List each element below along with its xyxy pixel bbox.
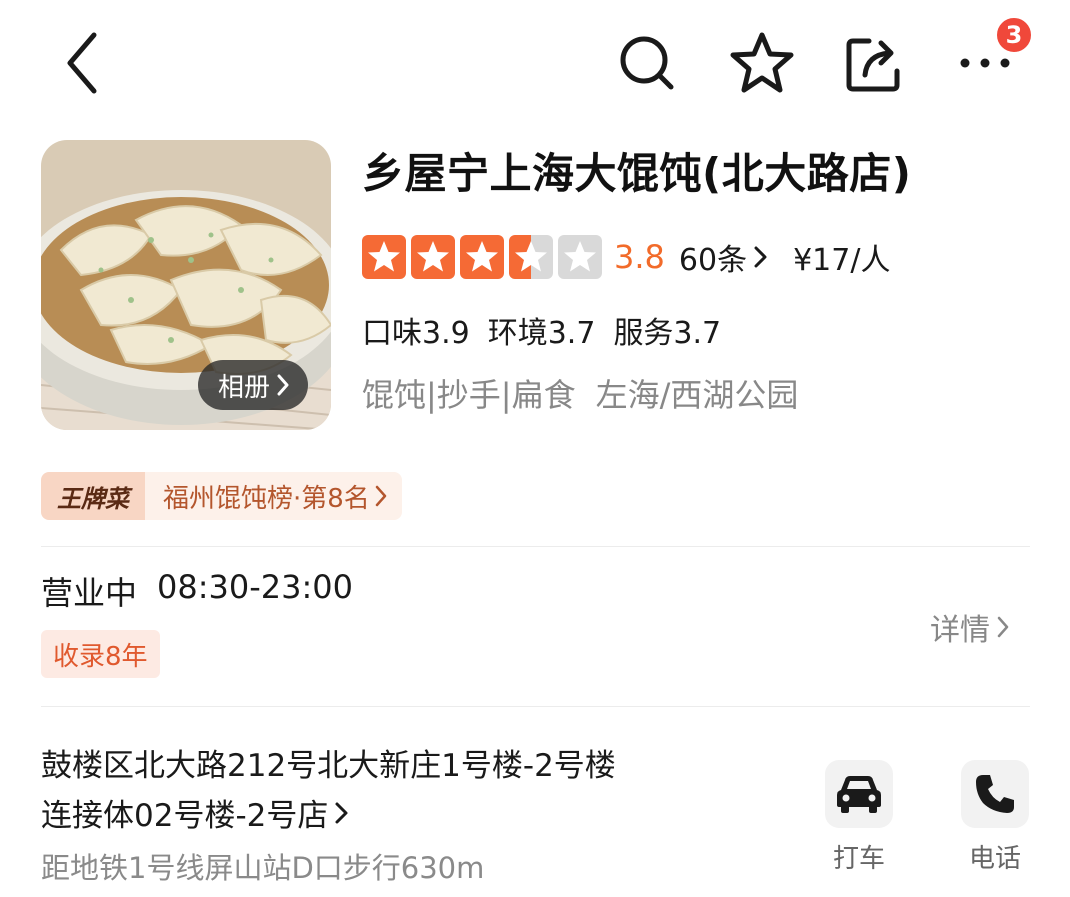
metro-distance: 距地铁1号线屏山站D口步行630m [41, 851, 485, 885]
divider [41, 546, 1030, 547]
open-status: 营业中 [41, 574, 138, 612]
divider [41, 706, 1030, 707]
chevron-right-icon [335, 802, 348, 823]
album-button[interactable]: 相册 [198, 360, 309, 410]
star-outline-icon [730, 32, 794, 93]
address-line-2[interactable]: 连接体02号楼-2号店 [41, 790, 350, 835]
taxi-label: 打车 [832, 844, 885, 874]
address-line-2-text: 连接体02号楼-2号店 [41, 798, 329, 834]
ranking-text: 福州馄饨榜·第8名 [163, 483, 370, 514]
ranking-tag[interactable]: 王牌菜 福州馄饨榜·第8名 [41, 472, 402, 520]
rating-score: 3.8 [614, 238, 665, 276]
rating-row: 3.8 60条 ¥17/人 [362, 234, 890, 280]
rating-star [509, 235, 553, 279]
notification-badge: 3 [994, 15, 1034, 55]
review-count-link[interactable]: 60条 [679, 235, 747, 279]
taxi-button[interactable]: 打车 [814, 760, 904, 875]
service-score: 服务3.7 [613, 316, 722, 351]
search-button[interactable] [612, 30, 682, 96]
back-button[interactable] [52, 30, 112, 96]
area: 左海/西湖公园 [595, 376, 799, 414]
phone-button[interactable]: 电话 [950, 760, 1040, 875]
years-listed-tag: 收录8年 [41, 630, 160, 678]
chevron-right-icon [997, 616, 1009, 638]
rating-star [558, 235, 602, 279]
rating-star [362, 235, 406, 279]
favorite-button[interactable] [724, 28, 800, 98]
categories: 馄饨|抄手|扁食 [362, 376, 576, 414]
more-dots-icon [960, 58, 1010, 68]
share-button[interactable] [838, 28, 910, 98]
rating-star [460, 235, 504, 279]
chevron-right-icon [754, 246, 767, 268]
price-per-person: ¥17/人 [793, 243, 891, 278]
phone-label: 电话 [968, 844, 1021, 874]
ranking-badge: 王牌菜 [41, 472, 145, 520]
rating-star [411, 235, 455, 279]
car-icon [837, 776, 881, 813]
top-bar: 3 [0, 0, 1070, 130]
search-icon [620, 36, 674, 90]
taxi-icon-box [825, 760, 893, 828]
details-label: 详情 [930, 613, 990, 648]
album-label: 相册 [218, 372, 271, 403]
hours-details-link[interactable]: 详情 [930, 605, 1010, 649]
taste-score: 口味3.9 [362, 316, 470, 351]
chevron-right-icon [277, 374, 289, 396]
shop-name: 乡屋宁上海大馄饨(北大路店) [362, 149, 912, 198]
open-time: 08:30-23:00 [157, 568, 353, 606]
category-row: 馄饨|抄手|扁食 左海/西湖公园 [362, 370, 798, 416]
star-rating [362, 235, 602, 279]
sub-scores: 口味3.9 环境3.7 服务3.7 [362, 308, 721, 352]
chevron-right-icon [375, 485, 387, 507]
business-hours: 营业中 08:30-23:00 [41, 568, 353, 614]
address-line-1[interactable]: 鼓楼区北大路212号北大新庄1号楼-2号楼 [41, 740, 616, 785]
ranking-text-wrap: 福州馄饨榜·第8名 [145, 472, 402, 520]
environment-score: 环境3.7 [487, 316, 596, 351]
chevron-left-icon [67, 32, 97, 94]
phone-icon-box [961, 760, 1029, 828]
share-icon [846, 38, 900, 92]
phone-icon [976, 775, 1014, 813]
